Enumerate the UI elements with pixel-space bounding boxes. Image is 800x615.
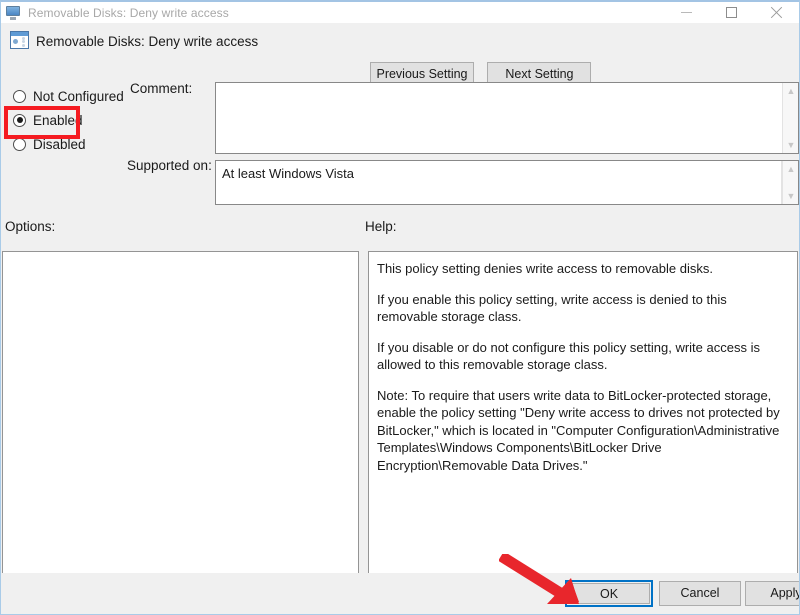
comment-label: Comment:: [130, 81, 193, 96]
apply-button[interactable]: Apply: [745, 581, 800, 606]
title-bar: Removable Disks: Deny write access: [1, 2, 799, 23]
window-controls: [664, 2, 799, 23]
ok-button[interactable]: OK: [565, 580, 653, 607]
help-paragraph: If you disable or do not configure this …: [377, 339, 760, 373]
comment-scrollbar[interactable]: ▲ ▼: [782, 83, 798, 153]
comment-input[interactable]: ▲ ▼: [215, 82, 799, 154]
radio-not-configured-label: Not Configured: [33, 88, 124, 104]
header-bar: Removable Disks: Deny write access Previ…: [1, 24, 799, 87]
supported-on-scroll-down-icon[interactable]: ▼: [783, 189, 798, 203]
radio-enabled-label: Enabled: [33, 112, 83, 128]
options-label: Options:: [5, 219, 56, 234]
cancel-button[interactable]: Cancel: [659, 581, 741, 606]
comment-scroll-up-icon[interactable]: ▲: [783, 84, 798, 98]
help-panel[interactable]: This policy setting denies write access …: [368, 251, 798, 575]
minimize-button[interactable]: [664, 2, 709, 23]
radio-disabled-indicator: [13, 137, 26, 151]
help-panel-content: This policy setting denies write access …: [369, 252, 797, 474]
close-button[interactable]: [754, 2, 799, 23]
radio-not-configured[interactable]: Not Configured: [11, 84, 129, 108]
supported-on-scrollbar[interactable]: ▲ ▼: [782, 161, 798, 204]
radio-disabled-label: Disabled: [33, 136, 86, 152]
ok-button-label: OK: [568, 583, 650, 604]
window-monitor-icon: [6, 5, 22, 21]
policy-setting-icon: [10, 31, 29, 49]
options-panel-content: [3, 252, 358, 260]
maximize-button[interactable]: [709, 2, 754, 23]
radio-disabled[interactable]: Disabled: [11, 132, 129, 156]
help-paragraph: If you enable this policy setting, write…: [377, 291, 727, 325]
apply-button-label: Apply: [770, 586, 800, 601]
help-paragraph: Note: To require that users write data t…: [377, 387, 780, 473]
cancel-button-label: Cancel: [680, 586, 720, 601]
minimize-icon: [681, 12, 692, 13]
close-icon: [770, 6, 783, 19]
help-label: Help:: [365, 219, 397, 234]
window-title: Removable Disks: Deny write access: [28, 5, 229, 20]
maximize-icon: [726, 7, 737, 18]
supported-on-value: At least Windows Vista: [222, 166, 354, 181]
options-panel[interactable]: [2, 251, 359, 575]
supported-on-scroll-up-icon[interactable]: ▲: [783, 162, 798, 176]
page-title: Removable Disks: Deny write access: [36, 34, 259, 49]
policy-setting-window: Removable Disks: Deny write access Remov…: [0, 0, 800, 615]
help-paragraph: This policy setting denies write access …: [377, 261, 713, 276]
radio-enabled[interactable]: Enabled: [11, 108, 129, 132]
radio-enabled-indicator: [13, 113, 26, 127]
policy-state-radio-group: Not Configured Enabled Disabled: [11, 84, 129, 156]
comment-scroll-down-icon[interactable]: ▼: [783, 138, 798, 152]
supported-on-input[interactable]: At least Windows Vista ▲ ▼: [215, 160, 799, 205]
radio-not-configured-indicator: [13, 89, 26, 103]
dialog-footer: OK Cancel Apply: [1, 573, 799, 614]
supported-on-label: Supported on:: [127, 158, 212, 173]
